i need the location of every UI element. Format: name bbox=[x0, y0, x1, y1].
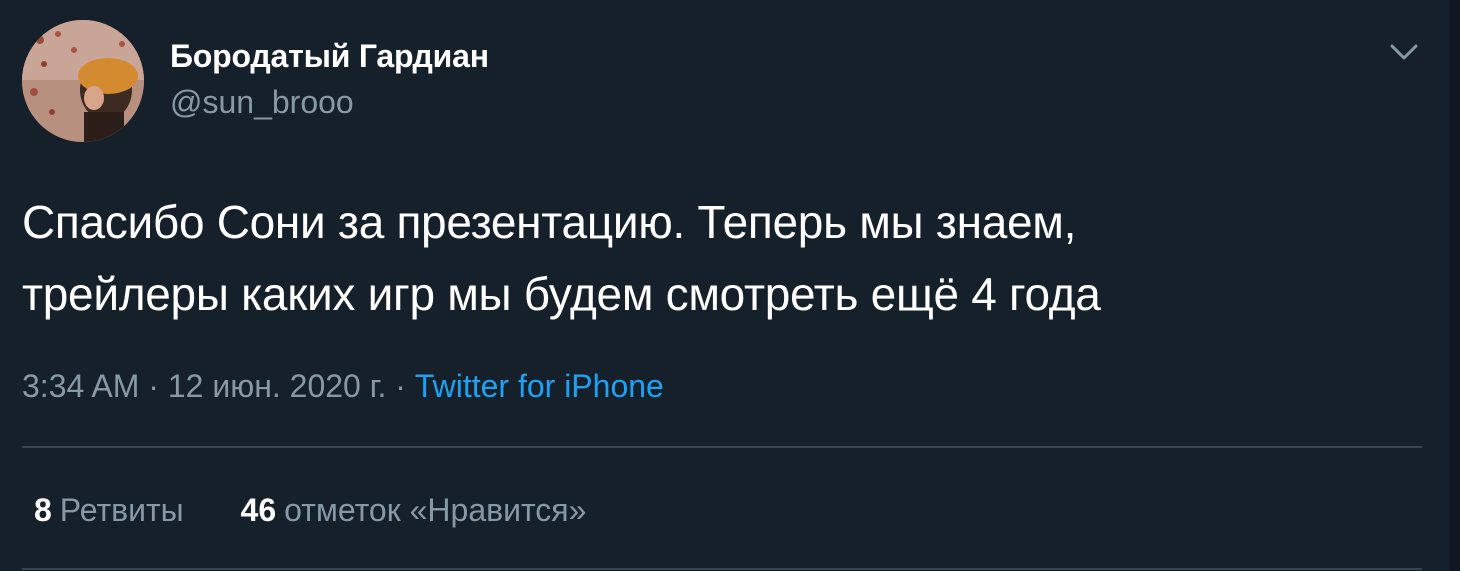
author-info: Бородатый Гардиан @sun_brooo bbox=[170, 36, 489, 122]
retweets-label: Ретвиты bbox=[59, 492, 184, 528]
likes-label: отметок «Нравится» bbox=[284, 492, 587, 528]
likes-count: 46 bbox=[240, 492, 277, 528]
window-edge bbox=[1450, 0, 1460, 571]
chevron-down-icon bbox=[1390, 44, 1418, 60]
author-display-name[interactable]: Бородатый Гардиан bbox=[170, 36, 489, 76]
tweet-menu-button[interactable] bbox=[1384, 36, 1424, 68]
tweet-source-link[interactable]: Twitter for iPhone bbox=[415, 368, 664, 404]
tweet-text-line: Спасибо Сони за презентацию. Теперь мы з… bbox=[22, 196, 1077, 248]
meta-separator: · bbox=[139, 368, 168, 404]
tweet-text: Спасибо Сони за презентацию. Теперь мы з… bbox=[22, 186, 1422, 330]
divider bbox=[22, 446, 1422, 448]
author-username[interactable]: @sun_brooo bbox=[170, 82, 489, 122]
tweet-time[interactable]: 3:34 AM bbox=[22, 368, 139, 404]
meta-separator: · bbox=[386, 368, 415, 404]
retweets-stat[interactable]: 8 Ретвиты bbox=[34, 490, 184, 530]
divider bbox=[22, 568, 1422, 570]
author-avatar[interactable] bbox=[22, 20, 144, 142]
tweet-text-line: трейлеры каких игр мы будем смотреть ещё… bbox=[22, 268, 1101, 320]
retweets-count: 8 bbox=[34, 492, 52, 528]
tweet-card: Бородатый Гардиан @sun_brooo Спасибо Сон… bbox=[0, 0, 1460, 571]
likes-stat[interactable]: 46 отметок «Нравится» bbox=[241, 490, 587, 530]
user-avatar-photo-icon bbox=[22, 20, 144, 142]
tweet-date[interactable]: 12 июн. 2020 г. bbox=[168, 368, 387, 404]
tweet-stats: 8 Ретвиты 46 отметок «Нравится» bbox=[34, 490, 586, 530]
tweet-meta: 3:34 AM · 12 июн. 2020 г. · Twitter for … bbox=[22, 366, 664, 406]
